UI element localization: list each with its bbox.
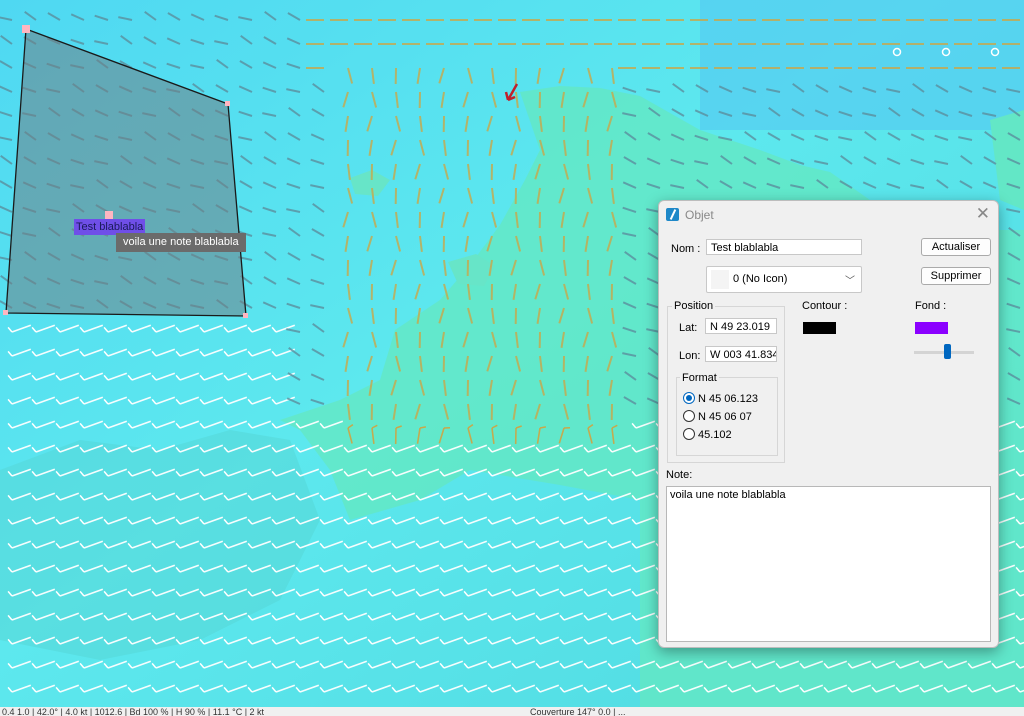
polygon-center-handle[interactable]: [105, 211, 113, 219]
fill-color-swatch[interactable]: [915, 322, 948, 334]
lon-label: Lon:: [679, 350, 701, 362]
note-label: Note:: [666, 469, 693, 481]
polygon-vertex-handle[interactable]: [3, 310, 8, 315]
format-option-decimal[interactable]: 45.102: [683, 428, 732, 442]
note-textarea[interactable]: voila une note blablabla: [666, 486, 991, 642]
polygon-vertex-handle[interactable]: [243, 313, 248, 318]
app-logo-icon: [666, 208, 679, 221]
lon-input[interactable]: W 003 41.834: [705, 346, 777, 362]
update-button[interactable]: Actualiser: [921, 238, 991, 256]
format-option-label: 45.102: [698, 429, 732, 441]
dialog-title: Objet: [685, 208, 714, 222]
lat-label: Lat:: [679, 322, 698, 334]
radio-icon: [683, 428, 695, 440]
status-right-text: Couverture 147° 0.0 | ...: [530, 707, 626, 716]
contour-label: Contour :: [802, 300, 848, 312]
format-option-dms[interactable]: N 45 06 07: [683, 410, 752, 424]
radio-selected-icon: [683, 392, 695, 404]
dialog-title-bar[interactable]: Objet ✕: [659, 201, 998, 229]
lat-input[interactable]: N 49 23.019: [705, 318, 777, 334]
object-dialog: Objet ✕ Nom : Test blablabla Actualiser …: [658, 200, 999, 648]
close-icon[interactable]: ✕: [976, 204, 990, 224]
polygon-vertex-handle[interactable]: [22, 25, 30, 33]
polygon-vertex-handle[interactable]: [225, 101, 230, 106]
format-option-label: N 45 06.123: [698, 393, 758, 405]
opacity-slider-thumb[interactable]: [944, 344, 951, 359]
name-input[interactable]: Test blablabla: [706, 239, 862, 255]
format-group-title: Format: [680, 372, 719, 384]
icon-preview: [711, 270, 729, 289]
position-group-title: Position: [672, 300, 716, 312]
status-left-text: 0.4 1.0 | 42.0° | 4.0 kt | 1012.6 | Bd 1…: [2, 707, 265, 716]
format-option-label: N 45 06 07: [698, 411, 752, 423]
icon-select-value: 0 (No Icon): [733, 273, 788, 285]
polygon-note-tooltip: voila une note blablabla: [116, 233, 246, 252]
radio-icon: [683, 410, 695, 422]
format-option-dm[interactable]: N 45 06.123: [683, 392, 758, 406]
delete-button[interactable]: Supprimer: [921, 267, 991, 285]
contour-color-swatch[interactable]: [803, 322, 836, 334]
icon-select[interactable]: 0 (No Icon) ﹀: [706, 266, 862, 293]
chevron-down-icon: ﹀: [845, 276, 855, 287]
status-bar: 0.4 1.0 | 42.0° | 4.0 kt | 1012.6 | Bd 1…: [0, 707, 1024, 716]
name-label: Nom :: [671, 243, 701, 255]
fill-label: Fond :: [915, 300, 947, 312]
